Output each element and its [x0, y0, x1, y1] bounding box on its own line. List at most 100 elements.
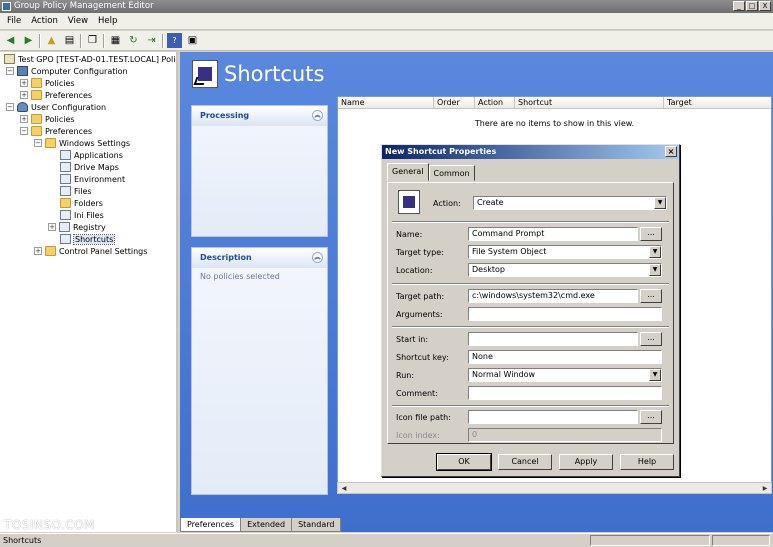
column-action[interactable]: Action	[475, 97, 515, 108]
tab-general[interactable]: General	[387, 163, 429, 181]
tree-folders[interactable]: Folders	[60, 197, 103, 209]
icon-path-label: Icon file path:	[396, 412, 451, 422]
cancel-button[interactable]: Cancel	[498, 454, 552, 470]
expand-icon[interactable]: +	[20, 79, 28, 87]
help-button[interactable]: Help	[620, 454, 674, 470]
tab-extended[interactable]: Extended	[240, 518, 293, 532]
collapse-chevron-icon[interactable]: ︽	[312, 252, 323, 263]
dropdown-arrow-icon[interactable]: ▼	[649, 369, 661, 381]
tree-control-panel-settings[interactable]: + Control Panel Settings	[34, 245, 147, 257]
apply-button[interactable]: Apply	[559, 454, 613, 470]
arguments-row: Arguments:	[396, 307, 662, 321]
tree-applications[interactable]: Applications	[60, 149, 123, 161]
export-icon[interactable]: ⇥	[144, 33, 159, 48]
action-select[interactable]: Create ▼	[473, 196, 667, 210]
tree-uc-preferences[interactable]: − Preferences	[20, 125, 92, 137]
name-browse-button[interactable]: ...	[640, 227, 662, 241]
horizontal-scrollbar[interactable]: ◀ ▶	[337, 482, 772, 494]
column-target[interactable]: Target	[664, 97, 771, 108]
icon-path-input[interactable]	[468, 410, 638, 424]
back-arrow-icon[interactable]: ◀	[3, 33, 18, 48]
tree-registry[interactable]: + Registry	[48, 221, 106, 233]
menu-help[interactable]: Help	[93, 13, 122, 29]
window-title: Group Policy Management Editor	[14, 1, 154, 11]
run-select[interactable]: Normal Window ▼	[468, 368, 662, 382]
target-type-select[interactable]: File System Object ▼	[468, 245, 662, 259]
column-name[interactable]: Name	[338, 97, 434, 108]
tree-uc-policies[interactable]: + Policies	[20, 113, 75, 125]
tree-cc-policies[interactable]: + Policies	[20, 77, 75, 89]
refresh-icon[interactable]: ↻	[126, 33, 141, 48]
dropdown-arrow-icon[interactable]: ▼	[649, 264, 661, 276]
location-row: Location: Desktop ▼	[396, 263, 662, 277]
column-shortcut[interactable]: Shortcut	[515, 97, 664, 108]
tab-preferences[interactable]: Preferences	[180, 518, 242, 532]
up-folder-icon[interactable]: ▲	[44, 33, 59, 48]
shortcut-icon	[398, 190, 420, 214]
folder-icon	[31, 114, 42, 124]
user-icon	[17, 102, 28, 112]
menu-action[interactable]: Action	[26, 13, 63, 29]
show-tree-icon[interactable]: ▤	[62, 33, 77, 48]
scroll-left-icon[interactable]: ◀	[339, 484, 349, 493]
start-in-input[interactable]	[468, 332, 638, 346]
expand-icon[interactable]: +	[20, 91, 28, 99]
name-row: Name: Command Prompt ...	[396, 227, 662, 241]
description-text: No policies selected	[200, 272, 280, 281]
start-in-browse-button[interactable]: ...	[640, 332, 662, 346]
collapse-icon[interactable]: −	[34, 139, 42, 147]
tree-shortcuts[interactable]: Shortcuts	[60, 233, 116, 245]
properties-icon[interactable]: ▣	[185, 33, 200, 48]
expand-icon[interactable]: +	[34, 247, 42, 255]
comment-input[interactable]	[468, 386, 662, 400]
minimize-button[interactable]: _	[733, 1, 745, 11]
menu-view[interactable]: View	[63, 13, 93, 29]
tree-root[interactable]: Test GPO [TEST-AD-01.TEST.LOCAL] Policy	[4, 53, 176, 65]
icon-path-browse-button[interactable]: ...	[640, 410, 662, 424]
menu-file[interactable]: File	[2, 13, 26, 29]
dropdown-arrow-icon[interactable]: ▼	[649, 246, 661, 258]
copy-icon[interactable]: ❐	[85, 33, 100, 48]
tree-ini-files[interactable]: Ini Files	[60, 209, 104, 221]
collapse-icon[interactable]: −	[6, 103, 14, 111]
tree-files[interactable]: Files	[60, 185, 92, 197]
dropdown-arrow-icon[interactable]: ▼	[654, 197, 666, 209]
tree-windows-settings[interactable]: − Windows Settings	[34, 137, 130, 149]
forward-arrow-icon[interactable]: ▶	[21, 33, 36, 48]
collapse-icon[interactable]: −	[6, 67, 14, 75]
dialog-close-icon[interactable]: ×	[665, 146, 677, 157]
toolbar-separator	[39, 33, 41, 48]
expand-icon[interactable]: +	[48, 223, 56, 231]
help-icon[interactable]: ?	[167, 33, 182, 48]
environment-icon	[60, 174, 71, 184]
tab-common[interactable]: Common	[428, 165, 475, 181]
tree-computer-configuration[interactable]: − Computer Configuration	[6, 65, 128, 77]
tree-user-configuration[interactable]: − User Configuration	[6, 101, 106, 113]
target-type-label: Target type:	[396, 247, 444, 257]
name-input[interactable]: Command Prompt	[468, 227, 638, 241]
target-path-input[interactable]: c:\windows\system32\cmd.exe	[468, 289, 638, 303]
tree-environment[interactable]: Environment	[60, 173, 125, 185]
shortcut-key-input[interactable]: None	[468, 350, 662, 364]
ok-button[interactable]: OK	[436, 453, 492, 471]
target-path-browse-button[interactable]: ...	[640, 289, 662, 303]
column-headers: Name Order Action Shortcut Target	[338, 97, 771, 109]
description-panel: Description ︽ No policies selected	[191, 247, 328, 495]
close-button[interactable]: X	[759, 1, 771, 11]
target-path-label: Target path:	[396, 291, 445, 301]
collapse-chevron-icon[interactable]: ︽	[312, 110, 323, 121]
column-order[interactable]: Order	[434, 97, 475, 108]
expand-icon[interactable]: +	[20, 115, 28, 123]
status-text: Shortcuts	[3, 536, 42, 545]
scroll-right-icon[interactable]: ▶	[760, 484, 770, 493]
arguments-input[interactable]	[468, 307, 662, 321]
collapse-icon[interactable]: −	[20, 127, 28, 135]
print-icon[interactable]: ▦	[108, 33, 123, 48]
tab-standard[interactable]: Standard	[291, 518, 342, 532]
location-select[interactable]: Desktop ▼	[468, 263, 662, 277]
tree-cc-preferences[interactable]: + Preferences	[20, 89, 92, 101]
icon-index-label: Icon index:	[396, 430, 440, 440]
maximize-button[interactable]: □	[746, 1, 758, 11]
drive-maps-icon	[60, 162, 71, 172]
tree-drive-maps[interactable]: Drive Maps	[60, 161, 119, 173]
